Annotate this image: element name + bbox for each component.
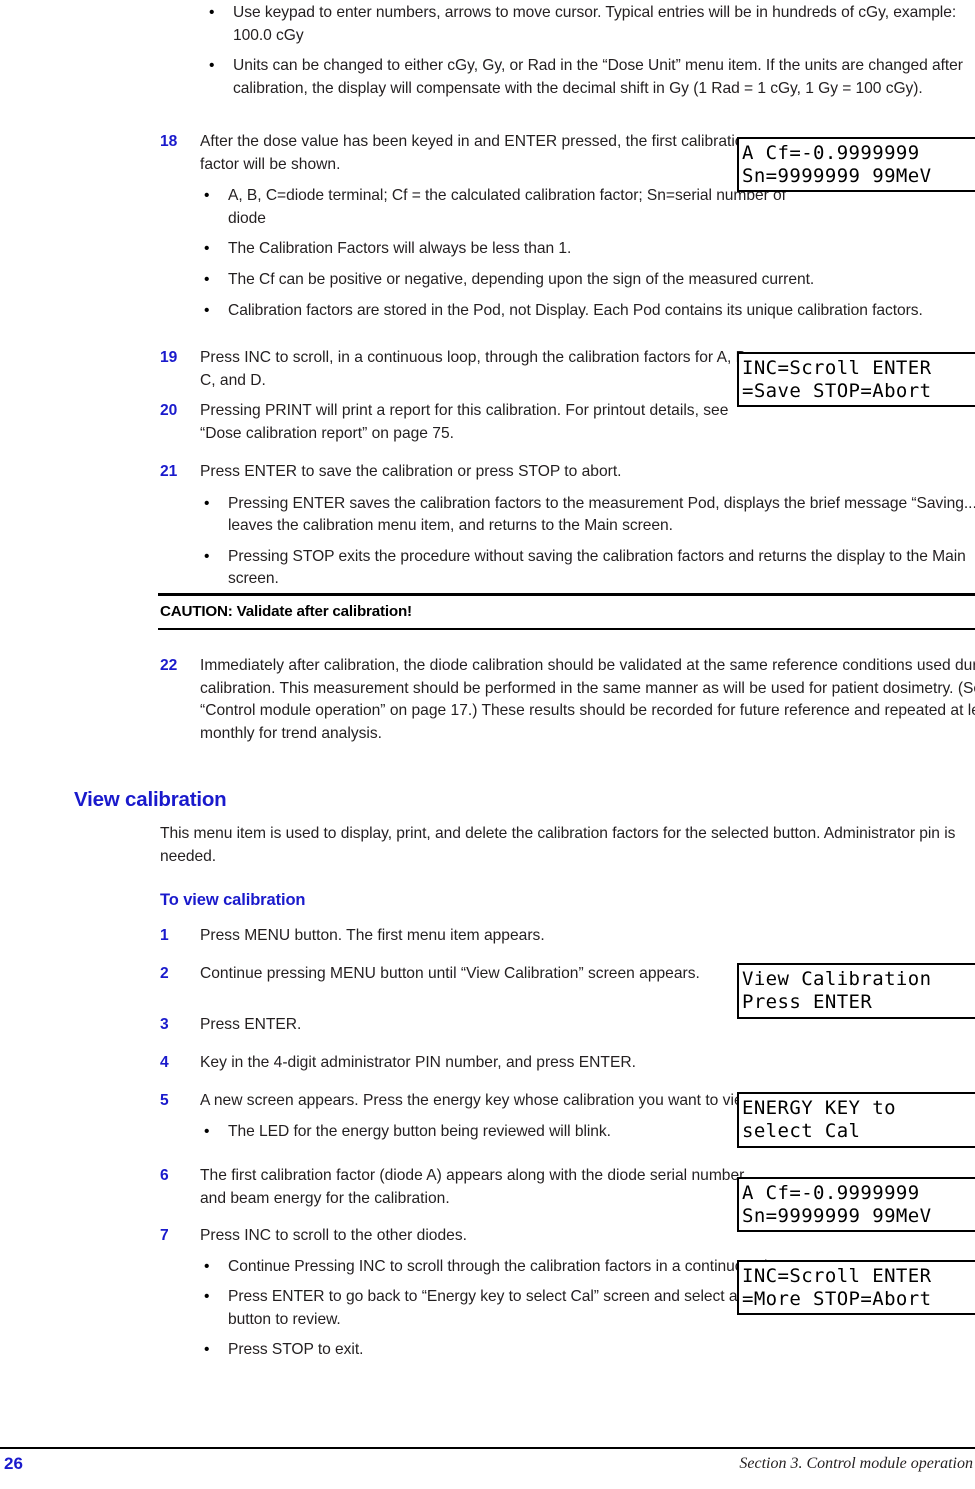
footer-divider [0, 1447, 975, 1449]
list-item: • Units can be changed to either cGy, Gy… [205, 55, 975, 100]
step-21-bullets: • Pressing ENTER saves the calibration f… [200, 493, 975, 591]
list-item-text: Press STOP to exit. [228, 1341, 364, 1359]
bullet-icon: • [204, 187, 210, 205]
step-text: Press ENTER. [200, 1016, 302, 1033]
intro-bullet-list: • Use keypad to enter numbers, arrows to… [205, 2, 975, 100]
lcd-display-cf-bottom: A Cf=-0.9999999 Sn=9999999 99MeV [737, 1177, 975, 1232]
step-text: A new screen appears. Press the energy k… [200, 1092, 758, 1109]
step-number: 4 [160, 1054, 169, 1071]
step-text: Press MENU button. The first menu item a… [200, 927, 545, 944]
lcd-line-1: ENERGY KEY to [742, 1097, 896, 1119]
list-item-text: Pressing ENTER saves the calibration fac… [228, 494, 975, 535]
list-item-text: Press ENTER to go back to “Energy key to… [228, 1288, 782, 1328]
bullet-icon: • [209, 57, 215, 75]
list-item: • The Calibration Factors will always be… [200, 238, 975, 261]
list-item-text: Use keypad to enter numbers, arrows to m… [233, 4, 957, 44]
step-text: Continue pressing MENU button until “Vie… [200, 965, 700, 982]
document-page: • Use keypad to enter numbers, arrows to… [0, 0, 975, 1489]
step-20: 20 Pressing PRINT will print a report fo… [160, 400, 975, 445]
list-item: • Calibration factors are stored in the … [200, 300, 975, 323]
lcd-display-energy-key: ENERGY KEY to select Cal [737, 1092, 975, 1148]
lcd-line-2: select Cal [742, 1120, 861, 1142]
lcd-line-1: INC=Scroll ENTER [742, 1265, 932, 1287]
step-number: 21 [160, 463, 178, 480]
step-22: 22 Immediately after calibration, the di… [160, 655, 975, 745]
list-item-text: A, B, C=diode terminal; Cf = the calcula… [228, 187, 786, 227]
page-section-heading: View calibration [74, 788, 227, 811]
lcd-line-1: INC=Scroll ENTER [742, 357, 932, 379]
footer-section-title: Section 3. Control module operation [739, 1455, 973, 1472]
step-text: Press INC to scroll, in a continuous loo… [200, 349, 751, 389]
bullet-icon: • [204, 1288, 210, 1306]
bullet-icon: • [204, 301, 210, 319]
step-number: 20 [160, 402, 178, 419]
bullet-icon: • [204, 1257, 210, 1275]
list-item: • The Cf can be positive or negative, de… [200, 269, 975, 292]
list-item-text: The LED for the energy button being revi… [228, 1122, 611, 1140]
footer-page-number: 26 [4, 1454, 23, 1473]
step-21: 21 Press ENTER to save the calibration o… [160, 461, 975, 591]
step-text: Immediately after calibration, the diode… [200, 657, 975, 742]
lcd-line-1: View Calibration [742, 968, 932, 990]
step-number: 6 [160, 1167, 169, 1184]
lcd-display-cf-top: A Cf=-0.9999999 Sn=9999999 99MeV [737, 137, 975, 192]
list-item: • Use keypad to enter numbers, arrows to… [205, 2, 975, 47]
list-item: • A, B, C=diode terminal; Cf = the calcu… [200, 185, 798, 230]
step-number: 18 [160, 133, 178, 150]
list-item: • Press ENTER to go back to “Energy key … [200, 1286, 798, 1331]
list-item: • Continue Pressing INC to scroll throug… [200, 1256, 798, 1279]
step-text: Press ENTER to save the calibration or p… [200, 463, 622, 480]
bullet-icon: • [204, 1122, 210, 1140]
lcd-display-view-cal: View Calibration Press ENTER [737, 963, 975, 1019]
list-item-text: The Calibration Factors will always be l… [228, 240, 572, 258]
lcd-line-1: A Cf=-0.9999999 [742, 1182, 920, 1204]
caution-rule-bottom [158, 628, 975, 630]
caution-text: CAUTION: Validate after calibration! [160, 603, 412, 620]
caution-block: CAUTION: Validate after calibration! [158, 593, 975, 630]
step-text: Pressing PRINT will print a report for t… [200, 402, 729, 442]
step-number: 22 [160, 657, 178, 674]
step-number: 19 [160, 349, 178, 366]
bullet-icon: • [209, 4, 215, 21]
view-step-4: 4 Key in the 4-digit administrator PIN n… [160, 1052, 975, 1075]
list-item: • Press STOP to exit. [200, 1339, 798, 1362]
step-number: 1 [160, 927, 169, 944]
lcd-display-scroll-more: INC=Scroll ENTER =More STOP=Abort [737, 1260, 975, 1315]
step-text: After the dose value has been keyed in a… [200, 133, 753, 173]
bullet-icon: • [204, 240, 210, 258]
list-item: • Pressing ENTER saves the calibration f… [200, 493, 975, 538]
list-item-text: Pressing STOP exits the procedure withou… [228, 547, 966, 588]
list-item-text: Calibration factors are stored in the Po… [228, 301, 923, 319]
step-number: 7 [160, 1227, 169, 1244]
list-item-text: Units can be changed to either cGy, Gy, … [233, 57, 963, 97]
bullet-icon: • [204, 547, 210, 565]
bullet-icon: • [204, 270, 210, 288]
list-item-text: Continue Pressing INC to scroll through … [228, 1257, 798, 1275]
bullet-icon: • [204, 1341, 210, 1359]
bullet-icon: • [204, 494, 210, 512]
list-item: • The LED for the energy button being re… [200, 1121, 798, 1144]
step-number: 5 [160, 1092, 169, 1109]
lcd-line-2: =More STOP=Abort [742, 1288, 932, 1310]
step-number: 2 [160, 965, 169, 982]
step-text: Press INC to scroll to the other diodes. [200, 1227, 467, 1244]
view-step-1: 1 Press MENU button. The first menu item… [160, 925, 975, 948]
page-subsection-heading: To view calibration [160, 891, 306, 909]
lcd-display-scroll-save: INC=Scroll ENTER =Save STOP=Abort [737, 352, 975, 407]
list-item-text: The Cf can be positive or negative, depe… [228, 270, 815, 288]
step-text: Key in the 4-digit administrator PIN num… [200, 1054, 636, 1071]
step-text: The first calibration factor (diode A) a… [200, 1167, 745, 1207]
lcd-line-2: Press ENTER [742, 991, 873, 1013]
lcd-line-1: A Cf=-0.9999999 [742, 142, 920, 164]
step-number: 3 [160, 1016, 169, 1033]
step-18-bullets: • A, B, C=diode terminal; Cf = the calcu… [200, 185, 975, 322]
list-item: • Pressing STOP exits the procedure with… [200, 546, 975, 591]
view-step-3: 3 Press ENTER. [160, 1014, 975, 1037]
view-calibration-intro: This menu item is used to display, print… [160, 825, 956, 865]
lcd-line-2: Sn=9999999 99MeV [742, 165, 932, 187]
